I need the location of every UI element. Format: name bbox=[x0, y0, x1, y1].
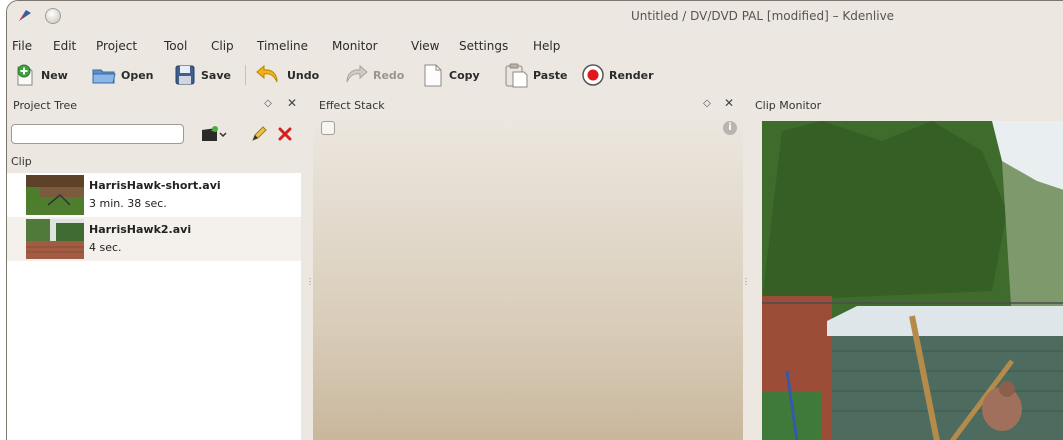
paste-label: Paste bbox=[533, 68, 568, 82]
save-button[interactable]: Save bbox=[173, 61, 231, 89]
menu-help[interactable]: Help bbox=[533, 39, 560, 53]
folder-open-icon bbox=[92, 69, 116, 84]
effect-stack-body: i bbox=[313, 115, 743, 440]
new-document-icon bbox=[17, 64, 33, 86]
save-label: Save bbox=[201, 68, 231, 82]
delete-clip-icon[interactable] bbox=[277, 126, 293, 142]
menu-timeline[interactable]: Timeline bbox=[257, 39, 308, 53]
copy-button[interactable]: Copy bbox=[421, 61, 480, 89]
edit-pencil-icon[interactable] bbox=[250, 125, 268, 143]
undo-button[interactable]: Undo bbox=[255, 61, 319, 89]
open-label: Open bbox=[121, 68, 154, 82]
clip-row[interactable]: HarrisHawk-short.avi 3 min. 38 sec. bbox=[7, 173, 301, 217]
clip-monitor-dock: Clip Monitor bbox=[749, 93, 1063, 440]
project-tree-empty-area bbox=[7, 261, 301, 440]
clip-column-header: Clip bbox=[11, 155, 32, 168]
project-tree-search-input[interactable] bbox=[11, 124, 184, 144]
add-clip-dropdown-icon[interactable] bbox=[201, 125, 229, 143]
effect-stack-dock: Effect Stack ◇ ✕ i bbox=[313, 93, 743, 440]
render-button[interactable]: Render bbox=[581, 61, 654, 89]
redo-button[interactable]: Redo bbox=[341, 61, 404, 89]
close-icon[interactable]: ✕ bbox=[723, 97, 735, 109]
menu-monitor[interactable]: Monitor bbox=[332, 39, 378, 53]
effect-enable-checkbox[interactable] bbox=[321, 121, 335, 135]
info-icon[interactable]: i bbox=[723, 121, 737, 135]
menu-clip[interactable]: Clip bbox=[211, 39, 234, 53]
toolbar-separator bbox=[245, 65, 246, 85]
kdenlive-logo-icon bbox=[19, 10, 31, 21]
undo-icon bbox=[256, 64, 278, 83]
paste-clipboard-icon bbox=[505, 63, 528, 88]
effect-stack-header: Effect Stack ◇ ✕ bbox=[313, 93, 743, 115]
menu-view[interactable]: View bbox=[411, 39, 439, 53]
render-record-icon bbox=[582, 64, 604, 86]
paste-button[interactable]: Paste bbox=[503, 61, 567, 89]
clip-monitor-header: Clip Monitor bbox=[749, 93, 1063, 115]
clip-thumbnail bbox=[26, 175, 84, 215]
redo-icon bbox=[346, 64, 368, 83]
render-label: Render bbox=[609, 68, 654, 82]
float-icon[interactable]: ◇ bbox=[262, 98, 274, 110]
project-tree-dock: Project Tree ◇ ✕ Clip HarrisHawk-short.a… bbox=[7, 93, 307, 440]
menu-settings[interactable]: Settings bbox=[459, 39, 508, 53]
copy-icon bbox=[424, 64, 442, 87]
clip-duration: 3 min. 38 sec. bbox=[89, 197, 167, 210]
copy-label: Copy bbox=[449, 68, 480, 82]
main-toolbar: New Open Save Undo Redo Copy Paste Rende… bbox=[7, 59, 1063, 91]
open-button[interactable]: Open bbox=[91, 61, 154, 89]
menu-file[interactable]: File bbox=[12, 39, 32, 53]
clip-monitor-video[interactable] bbox=[762, 121, 1063, 440]
clip-duration: 4 sec. bbox=[89, 241, 122, 254]
close-icon[interactable]: ✕ bbox=[286, 97, 298, 109]
effect-stack-title: Effect Stack bbox=[319, 99, 385, 112]
project-tree-header: Project Tree ◇ ✕ bbox=[7, 93, 307, 115]
floppy-disk-icon bbox=[175, 65, 195, 85]
clip-row[interactable]: HarrisHawk2.avi 4 sec. bbox=[7, 217, 301, 261]
new-label: New bbox=[41, 68, 68, 82]
menu-bar: File Edit Project Tool Clip Timeline Mon… bbox=[7, 35, 1063, 57]
clip-name: HarrisHawk2.avi bbox=[89, 223, 192, 236]
redo-label: Redo bbox=[373, 68, 405, 82]
float-icon[interactable]: ◇ bbox=[701, 98, 713, 110]
title-bar: Untitled / DV/DVD PAL [modified] – Kdenl… bbox=[7, 1, 1063, 31]
clip-thumbnail bbox=[26, 219, 84, 259]
project-tree-title: Project Tree bbox=[13, 99, 78, 112]
menu-tool[interactable]: Tool bbox=[164, 39, 187, 53]
new-button[interactable]: New bbox=[13, 61, 68, 89]
undo-label: Undo bbox=[287, 68, 320, 82]
dock-area: Project Tree ◇ ✕ Clip HarrisHawk-short.a… bbox=[7, 93, 1063, 440]
clip-name: HarrisHawk-short.avi bbox=[89, 179, 221, 192]
menu-project[interactable]: Project bbox=[96, 39, 137, 53]
menu-edit[interactable]: Edit bbox=[53, 39, 76, 53]
kdenlive-window: Untitled / DV/DVD PAL [modified] – Kdenl… bbox=[6, 0, 1063, 440]
clip-monitor-title: Clip Monitor bbox=[755, 99, 822, 112]
window-title: Untitled / DV/DVD PAL [modified] – Kdenl… bbox=[631, 9, 895, 23]
window-menu-button[interactable] bbox=[45, 8, 61, 24]
